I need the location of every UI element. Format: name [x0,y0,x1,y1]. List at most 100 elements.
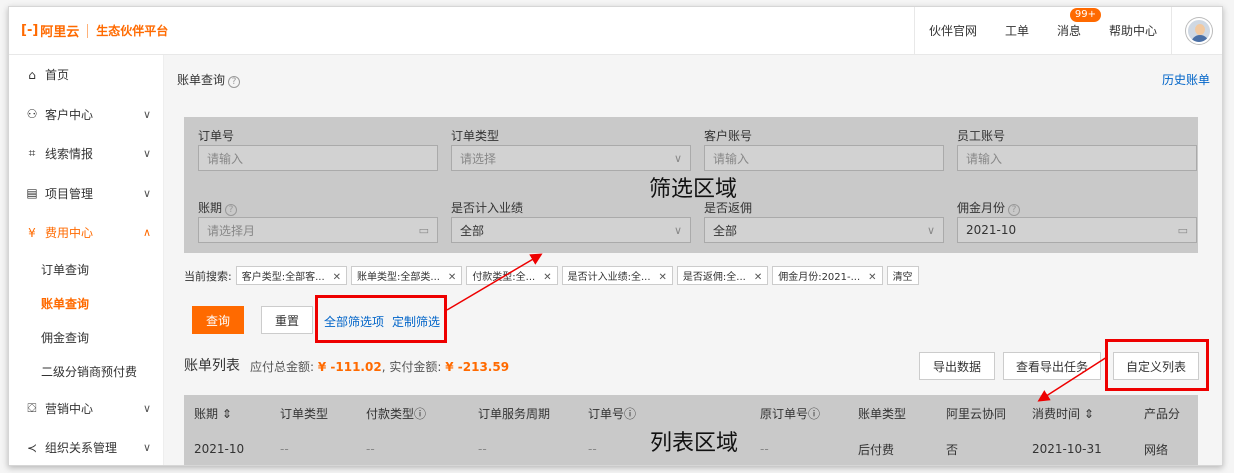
table-cell: -- [760,442,769,456]
bill-list-title: 账单列表 [184,358,240,374]
filter-tag[interactable]: 账单类型:全部类... ✕ [351,266,463,285]
chevron-down-icon: ∨ [142,147,151,161]
leads-icon: ⌗ [28,146,36,161]
platform-name: 生态伙伴平台 [96,24,169,38]
close-icon[interactable]: ✕ [543,272,551,283]
order-number-input[interactable]: 请输入 [198,145,438,171]
sidebar-item-projects[interactable]: ▤ 项目管理 ∨ [9,174,163,214]
history-bills-link[interactable]: 历史账单 [1162,71,1210,88]
nav-messages[interactable]: 消息 99+ [1043,8,1101,39]
count-performance-field: 是否计入业绩 全部 ∨ [451,199,691,243]
table-cell: -- [280,442,289,456]
billing-period-picker[interactable]: 请选择月 ▭ [198,217,438,243]
filter-tag[interactable]: 付款类型:全... ✕ [466,266,558,285]
current-search-label: 当前搜索: [184,269,232,283]
project-icon: ▤ [26,186,38,201]
query-button[interactable]: 查询 [192,306,244,334]
sidebar-item-label: 客户中心 [45,107,94,122]
help-icon[interactable]: ? [225,204,238,216]
close-icon[interactable]: ✕ [333,272,341,283]
order-type-field: 订单类型 请选择 ∨ [451,127,691,171]
commission-month-field: 佣金月份? 2021-10 ▭ [957,199,1197,243]
export-data-button[interactable]: 导出数据 [919,352,995,380]
chevron-up-icon: ∧ [142,226,151,240]
nav-messages-label: 消息 [1056,24,1081,38]
column-header: 订单号ⓘ [588,406,637,421]
list-area-annotation: 列表区域 [650,431,739,456]
close-icon[interactable]: ✕ [754,272,762,283]
reset-button[interactable]: 重置 [261,306,313,334]
nav-tickets[interactable]: 工单 [991,22,1043,39]
nav-partner-site[interactable]: 伙伴官网 [915,22,991,39]
nav-help-center[interactable]: 帮助中心 [1095,22,1171,39]
order-type-select[interactable]: 请选择 ∨ [451,145,691,171]
field-label: 是否返佣 [704,201,753,215]
calendar-icon: ▭ [1177,223,1188,237]
customer-account-field: 客户账号 请输入 [704,127,944,171]
sidebar-subitem-prepaid[interactable]: 二级分销商预付费 [9,355,163,389]
custom-columns-button[interactable]: 自定义列表 [1113,352,1199,380]
custom-filter-link[interactable]: 定制筛选 [392,313,440,330]
table-cell: 2021-10-31 [1032,442,1102,456]
close-icon[interactable]: ✕ [868,272,876,283]
placeholder: 请输入 [713,151,750,166]
column-header: 付款类型ⓘ [366,406,427,421]
table-cell: 后付费 [858,442,895,457]
user-avatar[interactable] [1186,17,1212,44]
sidebar-subitem-order-query[interactable]: 订单查询 [9,253,163,287]
sidebar-item-org[interactable]: ≺ 组织关系管理 ∨ [9,428,163,465]
selected-value: 2021-10 [966,223,1017,237]
filter-tag[interactable]: 客户类型:全部客... ✕ [235,266,348,285]
table-cell: 否 [946,442,959,457]
table-cell: 网络 [1144,442,1169,457]
clear-tags-button[interactable]: 清空 [886,266,919,285]
all-filters-link[interactable]: 全部筛选项 [324,313,384,330]
column-header: 产品分 [1144,406,1181,421]
sidebar-item-label: 组织关系管理 [45,441,118,456]
chevron-down-icon: ∨ [926,223,935,237]
employee-account-input[interactable]: 请输入 [957,145,1197,171]
field-label: 佣金月份? [957,199,1197,217]
message-count-badge: 99+ [1069,8,1101,22]
close-icon[interactable]: ✕ [659,272,667,283]
customer-account-input[interactable]: 请输入 [704,145,944,171]
sidebar-subitem-commission-query[interactable]: 佣金查询 [9,321,163,355]
sidebar-item-customer-center[interactable]: ⚇ 客户中心 ∨ [9,95,163,135]
view-export-tasks-button[interactable]: 查看导出任务 [1003,352,1101,380]
field-label: 订单类型 [451,129,500,143]
sidebar-item-leads[interactable]: ⌗ 线索情报 ∨ [9,134,163,174]
chevron-down-icon: ∨ [142,401,151,415]
paid-amount-value: ¥ -213.59 [445,360,510,374]
filter-tag-label: 账单类型:全部类... [357,272,440,283]
rebate-select[interactable]: 全部 ∨ [704,217,944,243]
sidebar-item-home[interactable]: ⌂ 首页 [9,55,163,95]
help-icon[interactable]: ? [1008,204,1021,216]
home-icon: ⌂ [28,67,36,82]
filter-tag[interactable]: 是否返佣:全... ✕ [676,266,769,285]
org-icon: ≺ [26,440,38,455]
table-cell: -- [366,442,375,456]
sidebar-item-label: 项目管理 [45,186,94,201]
count-performance-select[interactable]: 全部 ∨ [451,217,691,243]
column-header: 订单服务周期 [478,406,551,421]
logo[interactable]: [-] 阿里云 生态伙伴平台 [21,21,168,40]
commission-month-picker[interactable]: 2021-10 ▭ [957,217,1197,243]
sidebar-subitem-bill-query[interactable]: 账单查询 [9,287,163,321]
sidebar-item-fee-center[interactable]: ¥ 费用中心 ∧ [9,213,163,253]
field-label: 员工账号 [957,129,1006,143]
sidebar: ⌂ 首页 ⚇ 客户中心 ∨ ⌗ 线索情报 ∨ ▤ 项目管理 ∨ ¥ 费用中心 ∧… [9,55,164,465]
column-header[interactable]: 消费时间 ⇕ [1022,405,1134,422]
filter-tag-label: 客户类型:全部客... [241,272,325,283]
field-label-text: 账期 [198,201,223,215]
close-icon[interactable]: ✕ [448,272,456,283]
filter-tag[interactable]: 是否计入业绩:全... ✕ [561,266,673,285]
payable-total-value: ¥ -111.02 [317,360,382,374]
column-header[interactable]: 账期 ⇕ [184,405,270,422]
sidebar-item-marketing[interactable]: ⛋ 营销中心 ∨ [9,389,163,429]
page-title-text: 账单查询 [177,73,226,87]
chevron-down-icon: ∨ [673,151,682,165]
help-icon[interactable]: ? [228,76,241,88]
filter-tag[interactable]: 佣金月份:2021-... ✕ [772,266,883,285]
placeholder: 请输入 [966,151,1003,166]
selected-value: 全部 [460,223,485,238]
